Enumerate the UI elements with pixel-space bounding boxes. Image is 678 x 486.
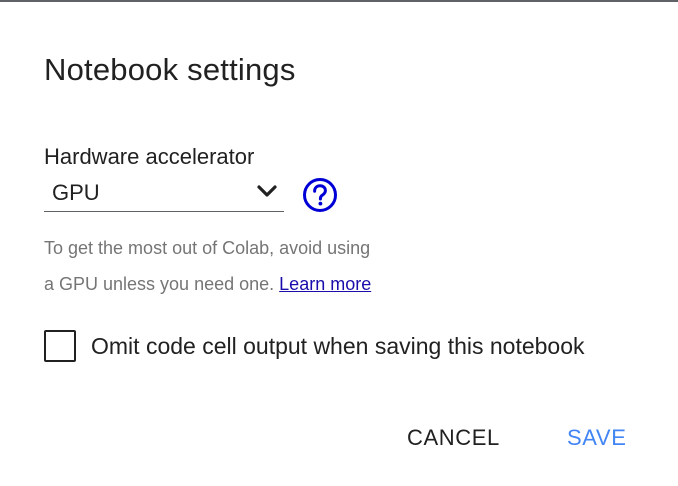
cancel-button[interactable]: CANCEL (407, 425, 500, 451)
notebook-settings-dialog: Notebook settings Hardware accelerator G… (0, 0, 678, 486)
note-line-2: a GPU unless you need one. Learn more (44, 266, 484, 302)
note-line-2-text: a GPU unless you need one. (44, 274, 275, 294)
learn-more-link[interactable]: Learn more (279, 274, 371, 294)
hardware-accelerator-label: Hardware accelerator (44, 144, 255, 169)
help-icon[interactable] (302, 177, 338, 213)
omit-output-row: Omit code cell output when saving this n… (44, 330, 585, 362)
omit-output-checkbox[interactable] (44, 330, 76, 362)
dialog-title: Notebook settings (44, 52, 296, 87)
save-button[interactable]: SAVE (567, 425, 626, 451)
gpu-usage-note: To get the most out of Colab, avoid usin… (44, 230, 484, 302)
chevron-down-icon (257, 185, 277, 197)
hardware-accelerator-value: GPU (52, 180, 100, 205)
hardware-accelerator-select[interactable]: GPU (44, 176, 284, 212)
omit-output-label: Omit code cell output when saving this n… (91, 332, 585, 359)
note-line-1: To get the most out of Colab, avoid usin… (44, 238, 371, 258)
